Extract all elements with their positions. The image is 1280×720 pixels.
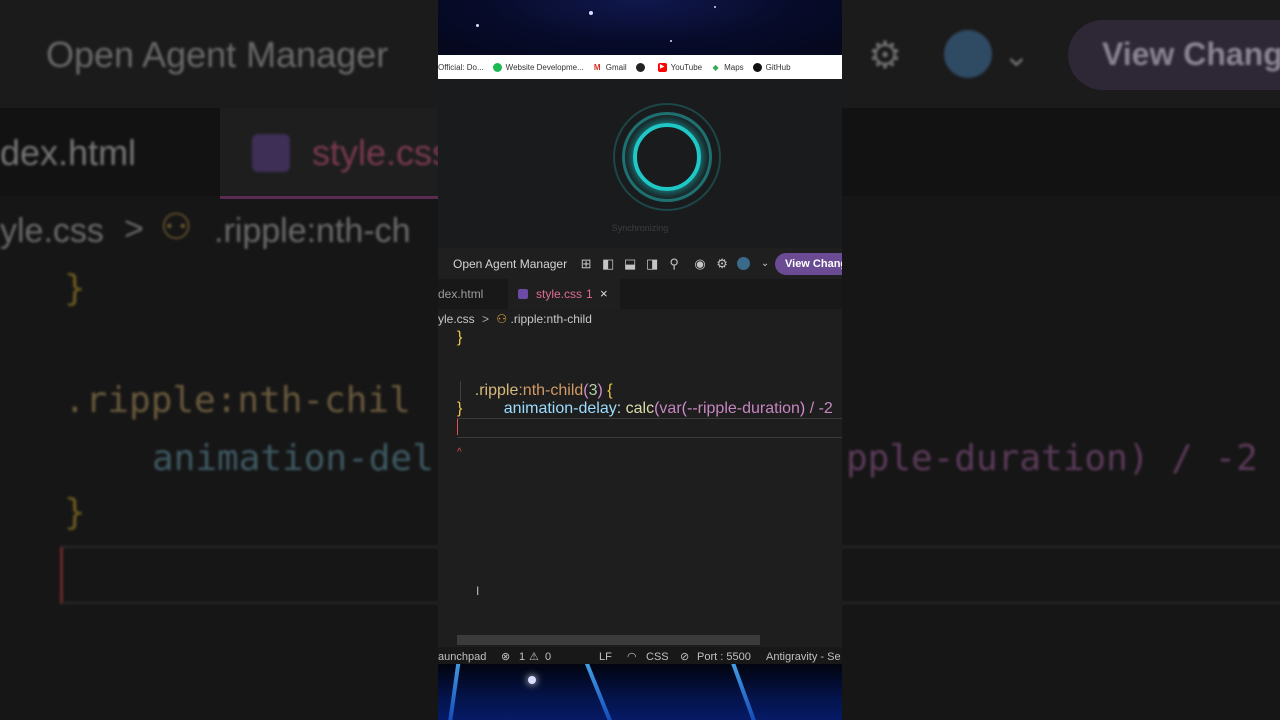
light-beam [729, 664, 761, 720]
bottom-wallpaper [438, 664, 842, 720]
screen-frame: Official: Do... Website Developme... M G… [438, 0, 842, 720]
bookmark-gmail[interactable]: M Gmail [593, 63, 627, 72]
indent-guide [460, 381, 461, 401]
bookmark-globe[interactable] [635, 62, 649, 72]
background-symbol-icon: ⚇ [160, 206, 193, 247]
top-wallpaper [438, 0, 842, 55]
background-tab-html: dex.html [0, 132, 137, 173]
code-property: animation-delay [503, 400, 617, 417]
background-property: animation-del [152, 438, 434, 479]
background-title: Open Agent Manager [46, 34, 389, 75]
youtube-icon: ▶ [657, 62, 667, 72]
star [714, 6, 716, 8]
bookmark-website-development[interactable]: Website Developme... [492, 62, 584, 72]
bookmark-maps-label: Maps [724, 62, 744, 72]
bookmarks-bar: Official: Do... Website Developme... M G… [438, 55, 842, 79]
tab-problem-count: 1 [586, 287, 593, 301]
text-cursor [457, 419, 458, 435]
code-operator: / -2 [809, 400, 833, 417]
star [476, 24, 479, 27]
light-beam [446, 664, 462, 720]
bookmark-youtube-label: YouTube [670, 62, 703, 72]
breadcrumb: yle.css > ⚇ .ripple:nth-child [438, 309, 842, 329]
background-value-fragment: pple-duration) / -2 [846, 438, 1258, 479]
gmail-icon: M [593, 62, 601, 72]
breadcrumb-file[interactable]: yle.css [438, 312, 475, 326]
toggle-secondary-sidebar-icon[interactable]: ◨ [645, 256, 659, 271]
mouse-ibeam-icon: I [476, 584, 480, 598]
background-avatar [944, 30, 992, 78]
website-icon [492, 62, 502, 72]
avatar[interactable] [737, 257, 751, 270]
bookmark-github[interactable]: GitHub [752, 62, 791, 72]
background-breadcrumb-file: yle.css [0, 212, 104, 250]
open-agent-manager-button[interactable]: Open Agent Manager [453, 257, 567, 271]
star [528, 676, 536, 684]
star [589, 11, 593, 15]
bookmark-website-label: Website Developme... [505, 62, 584, 72]
close-icon[interactable]: × [600, 279, 608, 309]
tab-style-css[interactable]: style.css 1 × [508, 279, 620, 309]
code-calc-function: calc [625, 400, 655, 417]
background-brace-top: } [64, 268, 86, 309]
toggle-panel-icon[interactable]: ⬓ [623, 256, 637, 271]
toggle-sidebar-icon[interactable]: ◧ [601, 256, 615, 271]
github-icon [752, 62, 762, 72]
background-chevron-down-icon: ⌄ [1003, 37, 1030, 73]
star [670, 40, 672, 42]
background-breadcrumb-symbol: .ripple:nth-ch [214, 212, 411, 250]
code-line-declaration: animation-delay: calc(var(--ripple-durat… [486, 382, 833, 417]
bookmark-official-label: Official: Do... [438, 62, 484, 72]
breadcrumb-separator: > [482, 312, 490, 326]
css-file-icon [518, 289, 528, 299]
bookmark-gmail-label: Gmail [605, 62, 627, 72]
horizontal-scrollbar[interactable] [457, 635, 760, 645]
error-marker: ^ [457, 447, 462, 458]
bookmark-youtube[interactable]: ▶ YouTube [657, 62, 703, 72]
maps-icon: ◆ [712, 62, 719, 72]
tab-style-css-label: style.css [536, 287, 583, 301]
sync-status-text: Synchronizing [611, 223, 669, 233]
current-line-highlight [457, 418, 842, 438]
code-line-brace-close: } [457, 400, 463, 417]
gear-icon[interactable]: ⚙ [715, 256, 729, 271]
light-beam [583, 664, 617, 720]
code-line-selector: .ripple:nth-child(3) { [457, 364, 613, 399]
background-breadcrumb-separator: > [124, 210, 144, 248]
background-brace-bottom: } [64, 492, 86, 533]
bookmark-maps[interactable]: ◆ Maps [711, 63, 744, 72]
globe-icon [635, 62, 645, 72]
ripple-ring-inner [633, 123, 701, 191]
background-view-changes-label: View Changes [1102, 36, 1280, 72]
background-selector: .ripple:nth-chil [64, 380, 411, 421]
layout-icon[interactable]: ⊞ [579, 256, 593, 271]
background-tab-css: style.css [312, 132, 451, 173]
code-line-closing-brace: } [457, 329, 463, 346]
breadcrumb-symbol[interactable]: .ripple:nth-child [511, 312, 592, 326]
background-css-icon [252, 134, 290, 172]
bookmark-official[interactable]: Official: Do... [438, 63, 484, 72]
search-icon[interactable]: ⚲ [667, 256, 681, 271]
tab-index-html[interactable]: dex.html [438, 279, 504, 309]
code-var-function: var [659, 400, 682, 417]
bookmark-github-label: GitHub [765, 62, 791, 72]
view-changes-button[interactable]: View Changes [775, 253, 842, 275]
chrome-icon[interactable]: ◉ [693, 256, 707, 271]
code-custom-property: --ripple-duration [686, 400, 800, 417]
chevron-down-icon[interactable]: ⌄ [758, 257, 772, 271]
tab-index-html-label: dex.html [438, 287, 484, 301]
symbol-icon: ⚇ [496, 312, 508, 326]
background-gear-icon: ⚙ [868, 35, 903, 77]
editor-tabs: dex.html style.css 1 × [438, 279, 842, 309]
